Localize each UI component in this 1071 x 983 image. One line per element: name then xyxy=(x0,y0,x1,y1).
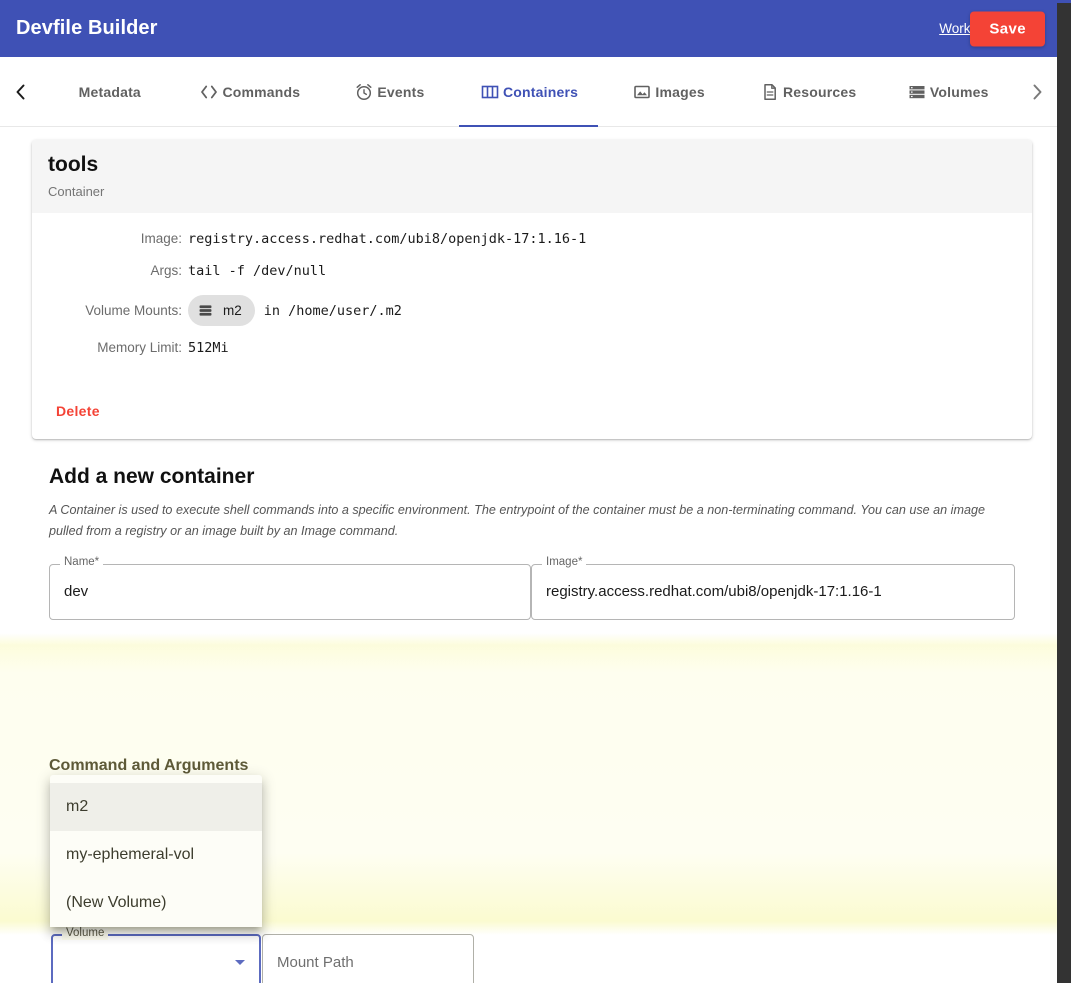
tabs-scroll-right-button[interactable] xyxy=(1017,82,1057,102)
view-columns-icon xyxy=(479,81,501,103)
tab-commands[interactable]: Commands xyxy=(180,57,320,127)
tab-containers[interactable]: Containers xyxy=(459,57,599,127)
tab-bar: Metadata Commands Events Containers xyxy=(0,57,1057,127)
image-icon xyxy=(631,81,653,103)
container-name-field[interactable]: Name* dev xyxy=(49,564,531,620)
container-image-field[interactable]: Image* registry.access.redhat.com/ubi8/o… xyxy=(531,564,1015,620)
container-card-tools: tools Container Image: registry.access.r… xyxy=(32,140,1032,439)
container-name-legend: Name* xyxy=(60,557,103,569)
container-image-label: Image: xyxy=(48,231,188,246)
storage-icon xyxy=(906,81,928,103)
container-image-value: registry.access.redhat.com/ubi8/openjdk-… xyxy=(188,231,586,247)
app-title: Devfile Builder xyxy=(16,17,158,40)
container-volume-mounts-label: Volume Mounts: xyxy=(48,303,188,318)
volume-select[interactable]: Volume xyxy=(51,934,261,983)
tab-label: Images xyxy=(655,84,704,100)
tab-label: Commands xyxy=(222,84,300,100)
volume-option-m2[interactable]: m2 xyxy=(50,783,262,831)
container-card-actions: Delete xyxy=(32,393,1032,439)
container-image-row: Image: registry.access.redhat.com/ubi8/o… xyxy=(48,231,1016,247)
volume-option-my-ephemeral-vol[interactable]: my-ephemeral-vol xyxy=(50,831,262,879)
code-icon xyxy=(198,81,220,103)
container-name-value: dev xyxy=(64,583,88,600)
app-root: Devfile Builder Work in progress Save Me… xyxy=(0,0,1071,983)
volume-mount-editor-row: Volume Mount Path xyxy=(51,934,474,983)
tab-images[interactable]: Images xyxy=(598,57,738,127)
container-args-row: Args: tail -f /dev/null xyxy=(48,263,1016,279)
container-volume-mounts-row: Volume Mounts: m2 in /home/user/.m2 xyxy=(48,295,1016,326)
window-right-gutter xyxy=(1057,0,1071,983)
tab-list: Metadata Commands Events Containers xyxy=(40,57,1017,127)
add-container-fields: Name* dev Image* registry.access.redhat.… xyxy=(49,564,1015,620)
add-container-heading: Add a new container xyxy=(49,465,1015,489)
delete-container-button[interactable]: Delete xyxy=(48,397,108,425)
command-and-arguments-label: Command and Arguments xyxy=(49,757,248,775)
volume-option-new-volume[interactable]: (New Volume) xyxy=(50,879,262,927)
menu-item-label: (New Volume) xyxy=(66,894,166,912)
menu-item-label: m2 xyxy=(66,798,88,816)
add-container-description: A Container is used to execute shell com… xyxy=(49,500,1015,542)
add-container-section: Add a new container A Container is used … xyxy=(49,465,1015,620)
tab-label: Metadata xyxy=(79,84,141,100)
container-memory-value: 512Mi xyxy=(188,340,229,356)
header-actions: Work in progress Save xyxy=(939,21,1041,36)
save-button[interactable]: Save xyxy=(970,11,1045,46)
app-header: Devfile Builder Work in progress Save xyxy=(0,0,1057,57)
document-icon xyxy=(759,81,781,103)
volume-mount-path: in /home/user/.m2 xyxy=(264,303,402,319)
volume-dropdown-menu: m2 my-ephemeral-vol (New Volume) xyxy=(50,775,262,927)
mount-path-field[interactable]: Mount Path xyxy=(262,934,474,983)
volume-select-legend: Volume xyxy=(62,928,108,940)
storage-icon xyxy=(197,302,214,319)
tab-volumes[interactable]: Volumes xyxy=(877,57,1017,127)
container-memory-row: Memory Limit: 512Mi xyxy=(48,340,1016,356)
volume-chip-m2[interactable]: m2 xyxy=(188,295,255,326)
tabs-scroll-left-button[interactable] xyxy=(0,82,40,102)
tab-events[interactable]: Events xyxy=(319,57,459,127)
tab-resources[interactable]: Resources xyxy=(738,57,878,127)
tab-label: Volumes xyxy=(930,84,989,100)
container-image-value: registry.access.redhat.com/ubi8/openjdk-… xyxy=(546,583,882,600)
alarm-clock-icon xyxy=(353,81,375,103)
mount-path-placeholder: Mount Path xyxy=(277,954,354,971)
container-args-label: Args: xyxy=(48,263,188,278)
menu-item-label: my-ephemeral-vol xyxy=(66,846,194,864)
container-memory-label: Memory Limit: xyxy=(48,340,188,355)
container-name: tools xyxy=(48,153,1016,177)
tab-label: Events xyxy=(377,84,424,100)
container-kind: Container xyxy=(48,184,1016,199)
container-card-header: tools Container xyxy=(32,140,1032,213)
tab-label: Resources xyxy=(783,84,856,100)
tab-label: Containers xyxy=(503,84,578,100)
containers-panel: tools Container Image: registry.access.r… xyxy=(0,127,1057,983)
chevron-down-icon xyxy=(235,960,245,965)
container-image-legend: Image* xyxy=(542,557,586,569)
container-args-value: tail -f /dev/null xyxy=(188,263,326,279)
tab-metadata[interactable]: Metadata xyxy=(40,57,180,127)
container-card-body: Image: registry.access.redhat.com/ubi8/o… xyxy=(32,213,1032,393)
window-right-gutter-top xyxy=(1057,0,1071,3)
volume-chip-label: m2 xyxy=(223,303,242,318)
